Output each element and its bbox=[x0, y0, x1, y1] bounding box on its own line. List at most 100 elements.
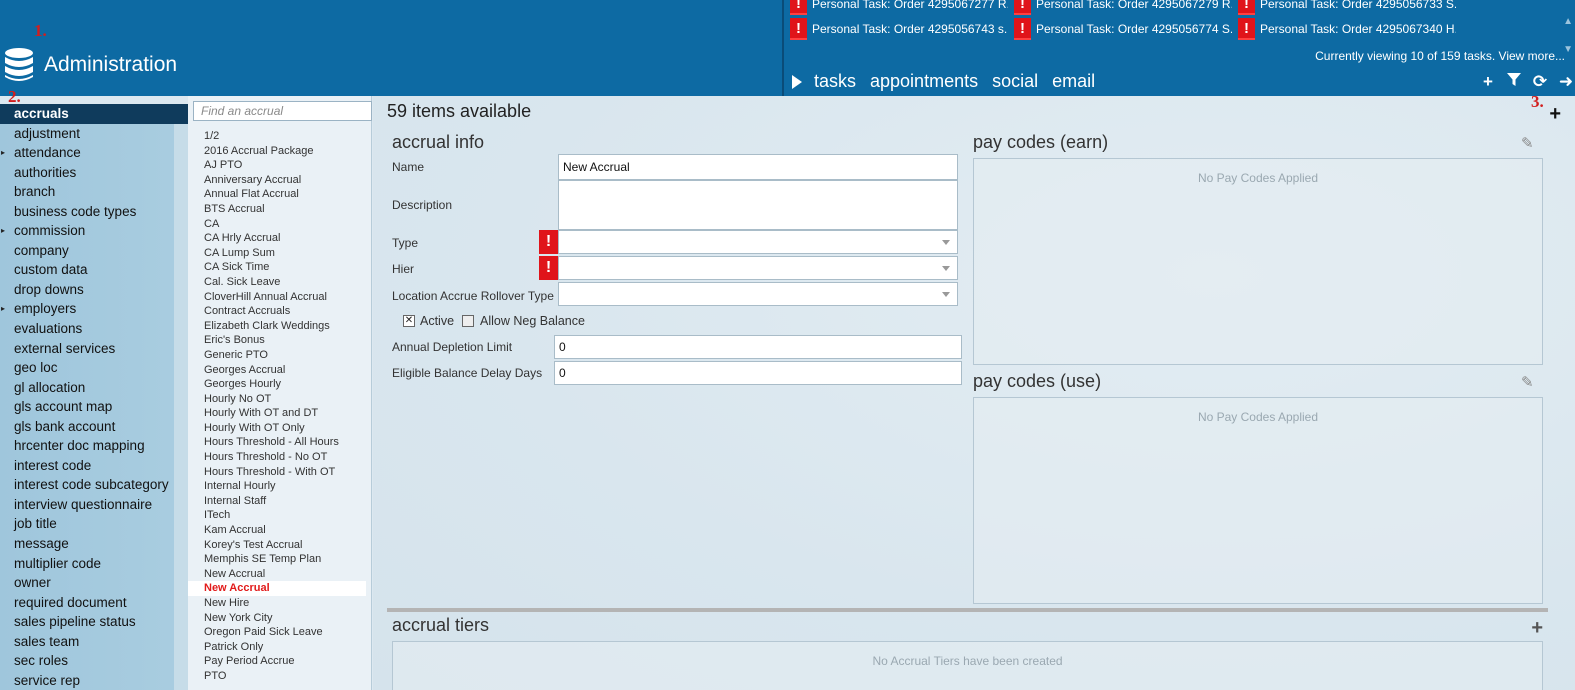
sidebar-item-custom-data[interactable]: custom data bbox=[0, 260, 188, 280]
expand-caret-icon[interactable]: ▸ bbox=[1, 143, 5, 163]
accrual-list-item[interactable]: CA Lump Sum bbox=[188, 246, 372, 261]
accrual-list-item[interactable]: BTS Accrual bbox=[188, 202, 372, 217]
task-item[interactable]: ! Personal Task: Order 4295056733 S... bbox=[1238, 0, 1456, 16]
accrual-list-item[interactable]: 2016 Accrual Package bbox=[188, 144, 372, 159]
hier-select[interactable] bbox=[558, 256, 958, 280]
accrual-list-item[interactable]: Eric's Bonus bbox=[188, 333, 372, 348]
add-tier-button[interactable]: + bbox=[1531, 617, 1543, 640]
section-divider[interactable] bbox=[387, 608, 1548, 612]
accrual-list-item[interactable]: 1/2 bbox=[188, 129, 372, 144]
active-checkbox[interactable]: ✕ bbox=[403, 315, 415, 327]
app-brand[interactable]: Administration bbox=[4, 47, 177, 83]
tab-tasks[interactable]: tasks bbox=[814, 71, 856, 92]
play-icon[interactable] bbox=[792, 74, 802, 89]
view-more-link[interactable]: Currently viewing 10 of 159 tasks. View … bbox=[1315, 49, 1565, 63]
accrual-list-item[interactable]: PTO bbox=[188, 669, 372, 684]
allow-neg-balance-checkbox[interactable] bbox=[462, 315, 474, 327]
sidebar-item-business-code-types[interactable]: business code types bbox=[0, 202, 188, 222]
accrual-search-input[interactable] bbox=[193, 101, 372, 121]
sidebar-item-gl-allocation[interactable]: gl allocation bbox=[0, 378, 188, 398]
edit-pencil-icon[interactable]: ✎ bbox=[1521, 134, 1534, 152]
arrow-right-icon[interactable]: ➜ bbox=[1557, 72, 1575, 92]
sidebar-item-interest-code[interactable]: interest code bbox=[0, 456, 188, 476]
accrual-list-item[interactable]: AJ PTO bbox=[188, 158, 372, 173]
sidebar-item-hrcenter-doc-mapping[interactable]: hrcenter doc mapping bbox=[0, 436, 188, 456]
plus-icon[interactable]: + bbox=[1479, 72, 1497, 92]
accrual-list-item[interactable]: Hours Threshold - All Hours bbox=[188, 435, 372, 450]
description-field[interactable] bbox=[558, 180, 958, 230]
task-item[interactable]: ! Personal Task: Order 4295056774 S... bbox=[1014, 17, 1232, 41]
expand-caret-icon[interactable]: ▸ bbox=[1, 221, 5, 241]
accrual-list-item[interactable]: Hours Threshold - No OT bbox=[188, 450, 372, 465]
sidebar-item-gls-account-map[interactable]: gls account map bbox=[0, 397, 188, 417]
accrual-list-item[interactable]: CloverHill Annual Accrual bbox=[188, 290, 372, 305]
sidebar-item-multiplier-code[interactable]: multiplier code bbox=[0, 554, 188, 574]
accrual-list-item[interactable]: Pay Period Accrue bbox=[188, 654, 372, 669]
accrual-list-item[interactable]: Oregon Paid Sick Leave bbox=[188, 625, 372, 640]
sidebar-item-job-title[interactable]: job title bbox=[0, 514, 188, 534]
annual-depletion-field[interactable] bbox=[554, 335, 962, 359]
sidebar-item-owner[interactable]: owner bbox=[0, 573, 188, 593]
accrual-list-item[interactable]: Hours Threshold - With OT bbox=[188, 465, 372, 480]
accrual-list-item[interactable]: Annual Flat Accrual bbox=[188, 187, 372, 202]
sidebar-item-interest-code-subcategory[interactable]: interest code subcategory bbox=[0, 475, 188, 495]
sidebar-item-sales-pipeline-status[interactable]: sales pipeline status bbox=[0, 612, 188, 632]
sidebar-item-attendance[interactable]: ▸ attendance bbox=[0, 143, 188, 163]
accrual-list-item[interactable]: Generic PTO bbox=[188, 348, 372, 363]
task-item[interactable]: ! Personal Task: Order 4295067277 R... bbox=[790, 0, 1008, 16]
accrual-list-item[interactable]: CA Hrly Accrual bbox=[188, 231, 372, 246]
accrual-list-item[interactable]: Kam Accrual bbox=[188, 523, 372, 538]
add-accrual-button[interactable]: + bbox=[1549, 103, 1561, 126]
sidebar-item-adjustment[interactable]: adjustment bbox=[0, 124, 188, 144]
sidebar-item-interview-questionnaire[interactable]: interview questionnaire bbox=[0, 495, 188, 515]
accrual-list-item[interactable]: Georges Accrual bbox=[188, 363, 372, 378]
tab-appointments[interactable]: appointments bbox=[870, 71, 978, 92]
task-item[interactable]: ! Personal Task: Order 4295056743 s... bbox=[790, 17, 1008, 41]
accrual-list-item[interactable]: New York City bbox=[188, 611, 372, 626]
tab-email[interactable]: email bbox=[1052, 71, 1095, 92]
accrual-list-item[interactable]: New Hire bbox=[188, 596, 372, 611]
accrual-list-item[interactable]: Cal. Sick Leave bbox=[188, 275, 372, 290]
accrual-list-item[interactable]: Hourly With OT Only bbox=[188, 421, 372, 436]
tab-social[interactable]: social bbox=[992, 71, 1038, 92]
accrual-list-item[interactable]: Anniversary Accrual bbox=[188, 173, 372, 188]
eligible-delay-field[interactable] bbox=[554, 361, 962, 385]
accrual-list-item[interactable]: CA Sick Time bbox=[188, 260, 372, 275]
accrual-list-item[interactable]: Georges Hourly bbox=[188, 377, 372, 392]
accrual-list-item[interactable]: New Accrual bbox=[188, 581, 366, 596]
accrual-list-item[interactable]: Korey's Test Accrual bbox=[188, 538, 372, 553]
accrual-list-item[interactable]: Patrick Only bbox=[188, 640, 372, 655]
location-rollover-select[interactable] bbox=[558, 282, 958, 306]
sidebar-item-geo-loc[interactable]: geo loc bbox=[0, 358, 188, 378]
accrual-list-item[interactable]: Hourly No OT bbox=[188, 392, 372, 407]
sidebar-item-drop-downs[interactable]: drop downs bbox=[0, 280, 188, 300]
accrual-list-item[interactable]: ITech bbox=[188, 508, 372, 523]
accrual-list-item[interactable]: CA bbox=[188, 217, 372, 232]
task-item[interactable]: ! Personal Task: Order 4295067279 R... bbox=[1014, 0, 1232, 16]
name-field[interactable] bbox=[558, 154, 958, 180]
refresh-icon[interactable]: ⟳ bbox=[1531, 72, 1549, 92]
sidebar-item-required-document[interactable]: required document bbox=[0, 593, 188, 613]
task-item[interactable]: ! Personal Task: Order 4295067340 H... bbox=[1238, 17, 1456, 41]
sidebar-item-company[interactable]: company bbox=[0, 241, 188, 261]
sidebar-item-evaluations[interactable]: evaluations bbox=[0, 319, 188, 339]
accrual-list-item[interactable]: New Accrual bbox=[188, 567, 372, 582]
filter-icon[interactable] bbox=[1505, 72, 1523, 92]
sidebar-item-sec-roles[interactable]: sec roles bbox=[0, 651, 188, 671]
sidebar-item-authorities[interactable]: authorities bbox=[0, 163, 188, 183]
type-select[interactable] bbox=[558, 230, 958, 254]
sidebar-item-gls-bank-account[interactable]: gls bank account bbox=[0, 417, 188, 437]
accrual-list-item[interactable]: Hourly With OT and DT bbox=[188, 406, 372, 421]
accrual-list-item[interactable]: Elizabeth Clark Weddings bbox=[188, 319, 372, 334]
expand-caret-icon[interactable]: ▸ bbox=[1, 299, 5, 319]
sidebar-item-message[interactable]: message bbox=[0, 534, 188, 554]
sidebar-item-external-services[interactable]: external services bbox=[0, 339, 188, 359]
accrual-list-item[interactable]: Internal Staff bbox=[188, 494, 372, 509]
edit-pencil-icon[interactable]: ✎ bbox=[1521, 373, 1534, 391]
sidebar-item-sales-team[interactable]: sales team bbox=[0, 632, 188, 652]
accrual-list-item[interactable]: Memphis SE Temp Plan bbox=[188, 552, 372, 567]
sidebar-item-employers[interactable]: ▸ employers bbox=[0, 299, 188, 319]
sidebar-item-branch[interactable]: branch bbox=[0, 182, 188, 202]
sidebar-item-accruals[interactable]: accruals bbox=[0, 104, 188, 124]
sidebar-item-commission[interactable]: ▸ commission bbox=[0, 221, 188, 241]
